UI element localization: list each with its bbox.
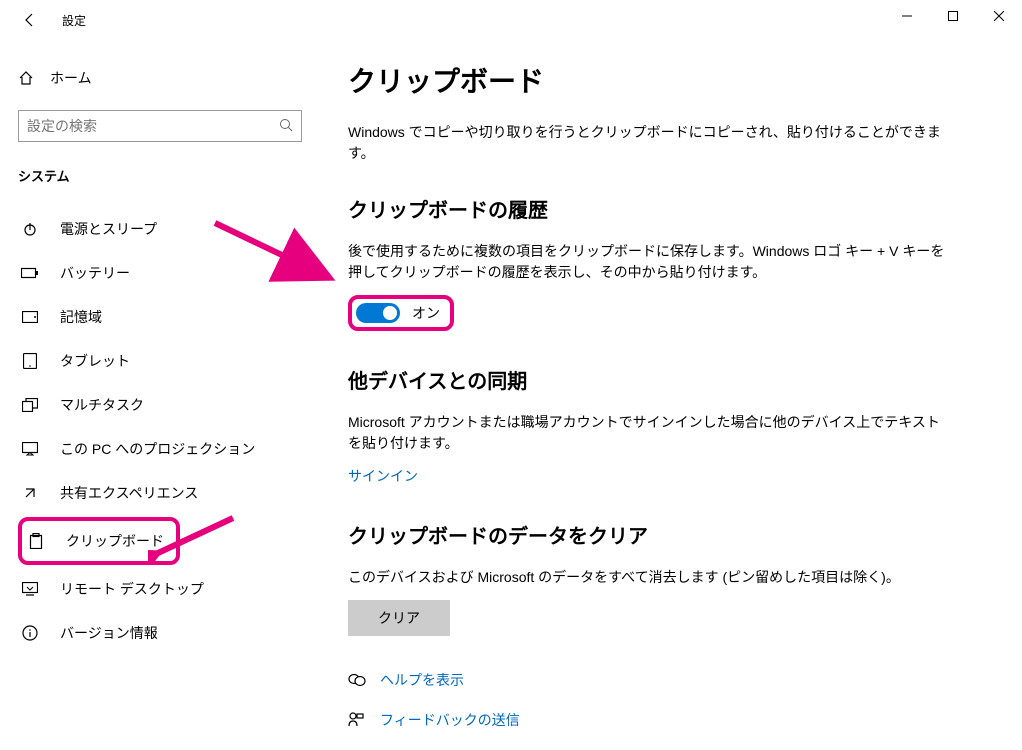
history-section-desc: 後で使用するために複数の項目をクリップボードに保存します。Windows ロゴ … xyxy=(348,241,948,283)
clear-section-desc: このデバイスおよび Microsoft のデータをすべて消去します (ピン留めし… xyxy=(348,567,948,588)
sidebar-item-label: リモート デスクトップ xyxy=(60,579,204,599)
sidebar-item-remote[interactable]: リモート デスクトップ xyxy=(18,567,310,611)
sidebar-item-label: 電源とスリープ xyxy=(60,219,157,239)
page-title: クリップボード xyxy=(348,60,1022,100)
annotation-highlight-clipboard-nav: クリップボード xyxy=(18,517,180,565)
main-content: クリップボード Windows でコピーや切り取りを行うとクリップボードにコピー… xyxy=(320,40,1022,750)
sidebar-item-about[interactable]: バージョン情報 xyxy=(18,611,310,655)
feedback-label: フィードバックの送信 xyxy=(380,710,520,730)
annotation-highlight-toggle: オン xyxy=(348,295,454,331)
sidebar-item-projection[interactable]: この PC へのプロジェクション xyxy=(18,427,310,471)
remote-icon xyxy=(20,582,40,596)
maximize-button[interactable] xyxy=(930,0,976,32)
home-nav[interactable]: ホーム xyxy=(18,56,310,100)
battery-icon xyxy=(20,267,40,279)
multitask-icon xyxy=(20,398,40,412)
help-link[interactable]: ヘルプを表示 xyxy=(348,670,1022,690)
sidebar-item-tablet[interactable]: タブレット xyxy=(18,339,310,383)
sidebar-item-clipboard[interactable]: クリップボード xyxy=(24,523,174,559)
power-icon xyxy=(20,221,40,237)
window-controls xyxy=(884,0,1022,32)
sidebar-item-label: 記憶域 xyxy=(60,307,102,327)
history-toggle[interactable] xyxy=(356,303,400,323)
clear-button[interactable]: クリア xyxy=(348,600,450,636)
home-label: ホーム xyxy=(50,68,92,88)
history-section-title: クリップボードの履歴 xyxy=(348,194,1022,223)
window-title: 設定 xyxy=(62,12,86,29)
projection-icon xyxy=(20,442,40,456)
sidebar-item-battery[interactable]: バッテリー xyxy=(18,251,310,295)
sidebar-item-power[interactable]: 電源とスリープ xyxy=(18,207,310,251)
close-button[interactable] xyxy=(976,0,1022,32)
sidebar: ホーム システム 電源とスリープ バッテリー 記憶域 タブレット マルチタス xyxy=(0,40,320,750)
toggle-knob xyxy=(383,306,397,320)
section-label: システム xyxy=(18,166,310,185)
clipboard-icon xyxy=(26,533,46,549)
sidebar-item-label: タブレット xyxy=(60,351,130,371)
home-icon xyxy=(18,70,36,86)
storage-icon xyxy=(20,311,40,323)
search-box[interactable] xyxy=(18,110,302,142)
sidebar-item-label: バージョン情報 xyxy=(60,623,158,643)
sync-section-desc: Microsoft アカウントまたは職場アカウントでサインインした場合に他のデバ… xyxy=(348,412,948,454)
sidebar-item-storage[interactable]: 記憶域 xyxy=(18,295,310,339)
signin-link[interactable]: サインイン xyxy=(348,468,418,484)
help-label: ヘルプを表示 xyxy=(380,670,464,690)
clear-section-title: クリップボードのデータをクリア xyxy=(348,520,1022,549)
sidebar-item-label: この PC へのプロジェクション xyxy=(60,439,255,459)
sidebar-item-shared[interactable]: 共有エクスペリエンス xyxy=(18,471,310,515)
toggle-label: オン xyxy=(412,303,440,323)
feedback-icon xyxy=(348,712,366,728)
sidebar-item-label: マルチタスク xyxy=(60,395,144,415)
titlebar: 設定 xyxy=(0,0,1022,40)
search-input[interactable] xyxy=(27,118,279,134)
sidebar-item-label: 共有エクスペリエンス xyxy=(60,483,198,503)
tablet-icon xyxy=(20,353,40,369)
sidebar-item-label: クリップボード xyxy=(66,531,164,551)
help-icon xyxy=(348,672,366,688)
search-icon xyxy=(279,118,293,135)
feedback-link[interactable]: フィードバックの送信 xyxy=(348,710,1022,730)
share-icon xyxy=(20,485,40,501)
info-icon xyxy=(20,625,40,641)
intro-text: Windows でコピーや切り取りを行うとクリップボードにコピーされ、貼り付ける… xyxy=(348,122,948,164)
back-button[interactable] xyxy=(20,10,40,30)
minimize-button[interactable] xyxy=(884,0,930,32)
sync-section-title: 他デバイスとの同期 xyxy=(348,365,1022,394)
sidebar-item-multitask[interactable]: マルチタスク xyxy=(18,383,310,427)
sidebar-item-label: バッテリー xyxy=(60,263,130,283)
